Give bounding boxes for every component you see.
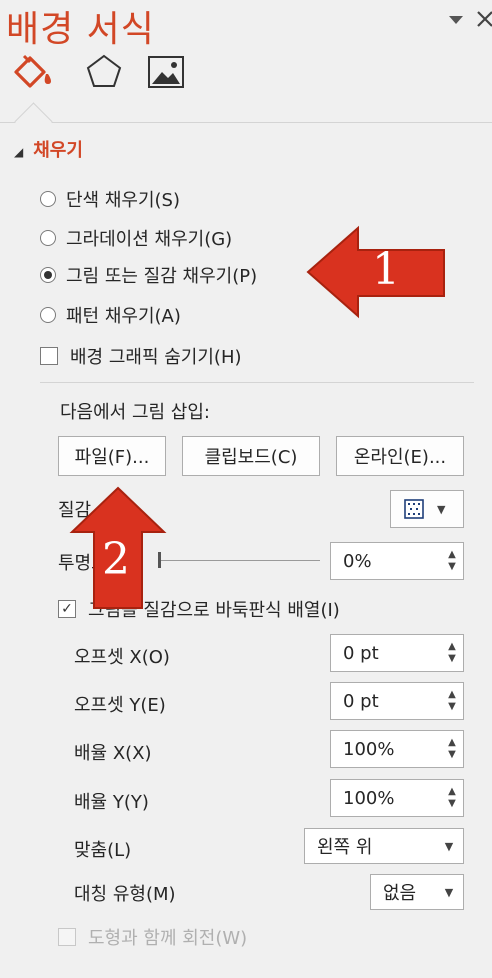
checkbox-disabled <box>58 928 76 946</box>
pentagon-icon[interactable] <box>84 52 128 96</box>
fill-section-header[interactable]: ◢ 채우기 <box>14 136 83 162</box>
scale-x-spinner[interactable]: 100% ▲ ▼ <box>330 730 464 768</box>
chevron-down-icon[interactable]: ▼ <box>435 886 463 899</box>
spinner-arrows-icon[interactable]: ▲ ▼ <box>441 641 463 665</box>
chevron-down-icon[interactable]: ▼ <box>435 840 463 853</box>
mirror-type-label: 대칭 유형(M) <box>74 884 176 905</box>
spinner-arrows-icon[interactable]: ▲ ▼ <box>441 689 463 713</box>
radio-button-selected[interactable] <box>40 267 56 283</box>
radio-picture-fill[interactable]: 그림 또는 질감 채우기(P) <box>40 262 257 288</box>
scale-y-label: 배율 Y(Y) <box>74 792 149 813</box>
alignment-label: 맞춤(L) <box>74 840 132 861</box>
collapse-triangle-icon: ◢ <box>14 145 24 159</box>
dropdown-value[interactable]: 왼쪽 위 <box>305 833 435 859</box>
offset-x-label: 오프셋 X(O) <box>74 647 170 668</box>
online-button[interactable]: 온라인(E)... <box>336 436 464 476</box>
annotation-number-2: 2 <box>102 534 130 585</box>
alignment-dropdown[interactable]: 왼쪽 위 ▼ <box>304 828 464 864</box>
radio-label: 그라데이션 채우기(G) <box>66 229 233 250</box>
radio-label: 단색 채우기(S) <box>66 190 180 211</box>
section-divider <box>40 382 474 383</box>
radio-pattern-fill[interactable]: 패턴 채우기(A) <box>40 302 181 328</box>
texture-dropdown[interactable]: ▼ <box>390 490 464 528</box>
tab-separator <box>0 122 492 123</box>
checkbox-label: 도형과 함께 회전(W) <box>88 928 248 949</box>
dropdown-value[interactable]: 없음 <box>371 879 435 905</box>
chevron-down-icon: ▼ <box>437 502 446 516</box>
radio-gradient-fill[interactable]: 그라데이션 채우기(G) <box>40 225 232 251</box>
offset-x-spinner[interactable]: 0 pt ▲ ▼ <box>330 634 464 672</box>
annotation-number-1: 1 <box>372 244 400 295</box>
clipboard-button[interactable]: 클립보드(C) <box>182 436 320 476</box>
offset-y-spinner[interactable]: 0 pt ▲ ▼ <box>330 682 464 720</box>
radio-button[interactable] <box>40 191 56 207</box>
file-button[interactable]: 파일(F)... <box>58 436 166 476</box>
radio-solid-fill[interactable]: 단색 채우기(S) <box>40 186 180 212</box>
scale-x-label: 배율 X(X) <box>74 743 152 764</box>
spinner-arrows-icon[interactable]: ▲ ▼ <box>441 786 463 810</box>
spinner-value[interactable]: 0 pt <box>331 643 441 664</box>
radio-label: 패턴 채우기(A) <box>66 306 181 327</box>
spinner-value[interactable]: 100% <box>331 739 441 760</box>
picture-icon[interactable] <box>146 52 190 96</box>
spinner-arrows-icon[interactable]: ▲ ▼ <box>441 549 463 573</box>
spinner-value[interactable]: 0% <box>331 551 441 572</box>
spinner-value[interactable]: 0 pt <box>331 691 441 712</box>
hide-background-graphics-checkbox[interactable]: 배경 그래픽 숨기기(H) <box>40 343 242 369</box>
scale-y-spinner[interactable]: 100% ▲ ▼ <box>330 779 464 817</box>
transparency-slider-track[interactable] <box>158 560 320 561</box>
spinner-arrows-icon[interactable]: ▲ ▼ <box>441 737 463 761</box>
checkbox[interactable] <box>40 347 58 365</box>
insert-from-label: 다음에서 그림 삽입: <box>60 402 210 423</box>
radio-button[interactable] <box>40 307 56 323</box>
radio-label: 그림 또는 질감 채우기(P) <box>66 266 258 287</box>
pane-title: 배경 서식 <box>6 9 155 50</box>
fill-section-label: 채우기 <box>33 140 83 161</box>
spinner-value[interactable]: 100% <box>331 788 441 809</box>
selected-tab-indicator <box>14 102 53 141</box>
checkbox-label: 배경 그래픽 숨기기(H) <box>70 347 242 368</box>
texture-swatch-icon <box>391 499 437 519</box>
pane-options-icon[interactable] <box>446 10 466 35</box>
offset-y-label: 오프셋 Y(E) <box>74 695 166 716</box>
radio-button[interactable] <box>40 230 56 246</box>
transparency-spinner[interactable]: 0% ▲ ▼ <box>330 542 464 580</box>
mirror-type-dropdown[interactable]: 없음 ▼ <box>370 874 464 910</box>
close-icon[interactable] <box>474 8 492 35</box>
paint-bucket-icon[interactable] <box>10 50 54 94</box>
rotate-with-shape-checkbox: 도형과 함께 회전(W) <box>58 924 247 950</box>
